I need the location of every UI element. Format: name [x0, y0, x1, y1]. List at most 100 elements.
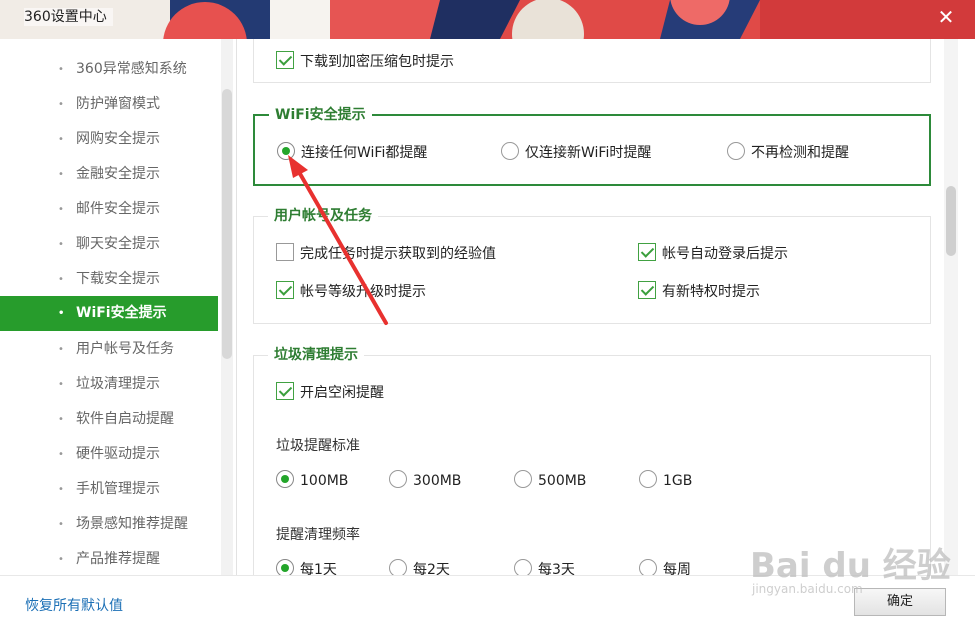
- bullet-icon: •: [58, 379, 64, 390]
- radio-100mb[interactable]: 100MB: [276, 470, 348, 492]
- bullet-icon: •: [58, 308, 65, 319]
- radio-new-wifi[interactable]: 仅连接新WiFi时提醒: [501, 142, 651, 164]
- sidebar-item-label: 场景感知推荐提醒: [76, 516, 188, 532]
- radio-button[interactable]: [514, 470, 532, 488]
- radio-500mb[interactable]: 500MB: [514, 470, 586, 492]
- option-level-up[interactable]: 帐号等级升级时提示: [276, 281, 426, 303]
- checkbox[interactable]: [276, 243, 294, 261]
- bullet-icon: •: [58, 134, 64, 145]
- radio-button[interactable]: [639, 559, 657, 575]
- radio-button[interactable]: [639, 470, 657, 488]
- sidebar-item-account[interactable]: • 用户帐号及任务: [0, 332, 218, 367]
- radio-no-check[interactable]: 不再检测和提醒: [727, 142, 849, 164]
- option-label: 下载到加密压缩包时提示: [300, 54, 454, 70]
- main-scrollbar-thumb[interactable]: [946, 186, 956, 256]
- sidebar-item-download[interactable]: • 下载安全提示: [0, 262, 218, 297]
- sidebar-item-product[interactable]: • 产品推荐提醒: [0, 542, 218, 575]
- group-title: 垃圾清理提示: [268, 346, 364, 364]
- option-new-privilege[interactable]: 有新特权时提示: [638, 281, 760, 303]
- radio-any-wifi[interactable]: 连接任何WiFi都提醒: [277, 142, 427, 164]
- option-label: 1GB: [663, 473, 693, 489]
- option-label: 每3天: [538, 562, 575, 575]
- radio-every-2-days[interactable]: 每2天: [389, 559, 450, 575]
- radio-button[interactable]: [389, 559, 407, 575]
- option-label: 连接任何WiFi都提醒: [301, 145, 428, 161]
- checkbox[interactable]: [276, 382, 294, 400]
- option-label: 300MB: [413, 473, 462, 489]
- sidebar-item-label: 垃圾清理提示: [76, 376, 160, 392]
- option-label: 每1天: [300, 562, 337, 575]
- option-label: 100MB: [300, 473, 349, 489]
- bullet-icon: •: [58, 344, 64, 355]
- radio-300mb[interactable]: 300MB: [389, 470, 461, 492]
- baidu-watermark-url: jingyan.baidu.com: [752, 582, 863, 596]
- bullet-icon: •: [58, 204, 64, 215]
- checkbox[interactable]: [276, 51, 294, 69]
- option-label: 完成任务时提示获取到的经验值: [300, 246, 496, 262]
- radio-button[interactable]: [389, 470, 407, 488]
- radio-weekly[interactable]: 每周: [639, 559, 691, 575]
- sidebar-item-chat[interactable]: • 聊天安全提示: [0, 227, 218, 262]
- sidebar-item-autostart[interactable]: • 软件自启动提醒: [0, 402, 218, 437]
- checkbox[interactable]: [638, 243, 656, 261]
- sidebar-item-driver[interactable]: • 硬件驱动提示: [0, 437, 218, 472]
- sidebar-scrollbar-thumb[interactable]: [222, 89, 232, 359]
- bullet-icon: •: [58, 239, 64, 250]
- baidu-watermark: Bai du 经验: [750, 546, 951, 586]
- banner-artwork: [0, 0, 975, 39]
- download-group: 下载到加密压缩包时提示: [253, 39, 931, 83]
- sidebar-item-label: 下载安全提示: [76, 271, 160, 287]
- checkbox[interactable]: [638, 281, 656, 299]
- restore-defaults-link[interactable]: 恢复所有默认值: [25, 595, 123, 615]
- ok-button[interactable]: 确定: [854, 588, 946, 616]
- sidebar-item-label: 防护弹窗模式: [76, 96, 160, 112]
- bullet-icon: •: [58, 414, 64, 425]
- checkbox[interactable]: [276, 281, 294, 299]
- window-title: 360设置中心: [24, 8, 113, 26]
- option-auto-login[interactable]: 帐号自动登录后提示: [638, 243, 788, 265]
- sidebar-item-shopping[interactable]: • 网购安全提示: [0, 122, 218, 157]
- main-scrollbar-track[interactable]: [944, 39, 958, 575]
- close-icon[interactable]: ✕: [935, 6, 957, 28]
- sidebar-item-label: 金融安全提示: [76, 166, 160, 182]
- radio-every-3-days[interactable]: 每3天: [514, 559, 575, 575]
- title-bar: 360设置中心 ✕: [0, 0, 975, 39]
- option-task-exp[interactable]: 完成任务时提示获取到的经验值: [276, 243, 496, 265]
- bullet-icon: •: [58, 519, 64, 530]
- sidebar-item-phone[interactable]: • 手机管理提示: [0, 472, 218, 507]
- account-group: 用户帐号及任务 完成任务时提示获取到的经验值 帐号自动登录后提示 帐号等级升级时…: [253, 207, 931, 324]
- bullet-icon: •: [58, 64, 64, 75]
- radio-button[interactable]: [514, 559, 532, 575]
- radio-1gb[interactable]: 1GB: [639, 470, 692, 492]
- radio-button[interactable]: [277, 142, 295, 160]
- option-label: 帐号等级升级时提示: [300, 284, 426, 300]
- sidebar-item-popup-mode[interactable]: • 防护弹窗模式: [0, 87, 218, 122]
- sidebar-item-label: 用户帐号及任务: [76, 341, 174, 357]
- option-label: 帐号自动登录后提示: [662, 246, 788, 262]
- bullet-icon: •: [58, 274, 64, 285]
- sidebar-item-finance[interactable]: • 金融安全提示: [0, 157, 218, 192]
- sidebar-item-label: 产品推荐提醒: [76, 551, 160, 567]
- sidebar-item-label: 邮件安全提示: [76, 201, 160, 217]
- sidebar-item-scene[interactable]: • 场景感知推荐提醒: [0, 507, 218, 542]
- sidebar-item-junk[interactable]: • 垃圾清理提示: [0, 367, 218, 402]
- sidebar-item-anomaly-system[interactable]: • 360异常感知系统: [0, 52, 218, 87]
- sidebar-item-label: WiFi安全提示: [76, 305, 167, 321]
- radio-button[interactable]: [276, 470, 294, 488]
- radio-every-1-day[interactable]: 每1天: [276, 559, 337, 575]
- radio-button[interactable]: [501, 142, 519, 160]
- radio-button[interactable]: [727, 142, 745, 160]
- radio-button[interactable]: [276, 559, 294, 575]
- option-download-encrypted[interactable]: 下载到加密压缩包时提示: [276, 51, 454, 73]
- option-label: 每周: [663, 562, 691, 575]
- sidebar-item-label: 硬件驱动提示: [76, 446, 160, 462]
- sidebar-item-email[interactable]: • 邮件安全提示: [0, 192, 218, 227]
- option-label: 开启空闲提醒: [300, 385, 384, 401]
- option-idle-reminder[interactable]: 开启空闲提醒: [276, 382, 384, 404]
- bullet-icon: •: [58, 99, 64, 110]
- bullet-icon: •: [58, 484, 64, 495]
- sidebar-item-label: 360异常感知系统: [76, 61, 187, 77]
- sidebar-item-wifi[interactable]: • WiFi安全提示: [0, 296, 218, 331]
- bullet-icon: •: [58, 449, 64, 460]
- sidebar-item-label: 软件自启动提醒: [76, 411, 174, 427]
